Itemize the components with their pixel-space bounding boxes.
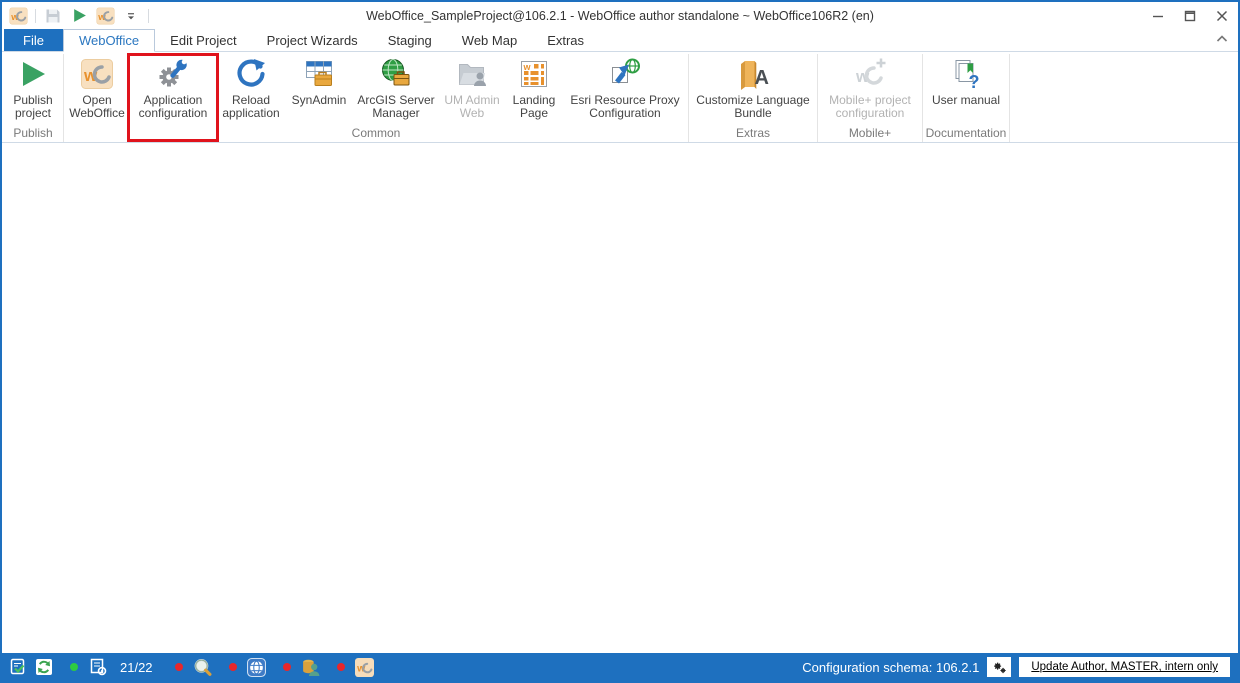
title-bar: w w WebOffice_SampleProject@106.2.1 - We…: [2, 2, 1238, 29]
quick-access-toolbar: w w: [2, 6, 151, 26]
book-letter-icon: A: [737, 58, 769, 90]
button-label: Open WebOffice: [66, 94, 128, 120]
button-label: Publish project: [5, 94, 61, 120]
validate-form-icon[interactable]: [8, 657, 28, 677]
sync-icon[interactable]: [34, 657, 54, 677]
weboffice-plus-icon: w: [854, 58, 886, 90]
maximize-icon[interactable]: [1174, 2, 1206, 29]
gear-wrench-icon: [157, 58, 189, 90]
synadmin-button[interactable]: SynAdmin: [286, 54, 352, 126]
database-user-icon[interactable]: [301, 657, 321, 677]
button-label: UM Admin Web: [440, 94, 504, 120]
status-dot-green: [70, 663, 78, 671]
esri-resource-proxy-configuration-button[interactable]: Esri Resource Proxy Configuration: [564, 54, 686, 126]
close-icon[interactable]: [1206, 2, 1238, 29]
button-label: SynAdmin: [292, 94, 347, 107]
group-label-extras: Extras: [690, 126, 816, 142]
status-dot-red: [229, 663, 237, 671]
svg-text:A: A: [755, 67, 769, 89]
group-label-common: Common: [65, 126, 687, 142]
customize-language-bundle-button[interactable]: A Customize Language Bundle: [691, 54, 815, 126]
group-label-documentation: Documentation: [924, 126, 1008, 142]
project-gear-icon[interactable]: [88, 657, 108, 677]
button-label: Reload application: [218, 94, 284, 120]
weboffice-logo-icon[interactable]: w: [355, 657, 375, 677]
qat-customize-dropdown-icon[interactable]: [120, 6, 142, 26]
ribbon-group-documentation: ? User manual Documentation: [923, 54, 1010, 142]
search-icon[interactable]: [193, 657, 213, 677]
weboffice-logo-icon[interactable]: w: [7, 6, 29, 26]
weboffice-logo-icon: w: [81, 58, 113, 90]
publish-project-button[interactable]: Publish project: [5, 54, 61, 126]
tab-web-map[interactable]: Web Map: [447, 29, 532, 51]
document-area: [2, 143, 1238, 653]
table-toolbox-icon: [303, 58, 335, 90]
button-label: Application configuration: [130, 94, 216, 120]
ribbon: Publish project Publish w Open WebOffice: [2, 52, 1238, 143]
configuration-schema-label: Configuration schema: 106.2.1: [802, 660, 979, 675]
button-label: Customize Language Bundle: [691, 94, 815, 120]
reload-icon: [235, 58, 267, 90]
status-dot-red: [175, 663, 183, 671]
project-counter: 21/22: [120, 660, 153, 675]
button-label: ArcGIS Server Manager: [354, 94, 438, 120]
svg-text:?: ?: [969, 72, 980, 90]
chevron-up-icon[interactable]: [1216, 30, 1228, 48]
ribbon-tab-bar: File WebOffice Edit Project Project Wiza…: [2, 29, 1238, 52]
tab-staging[interactable]: Staging: [373, 29, 447, 51]
group-label-publish: Publish: [4, 126, 62, 142]
tab-project-wizards[interactable]: Project Wizards: [252, 29, 373, 51]
ribbon-group-publish: Publish project Publish: [3, 54, 64, 142]
manual-question-icon: ?: [950, 58, 982, 90]
run-icon: [17, 58, 49, 90]
tab-weboffice[interactable]: WebOffice: [63, 29, 155, 52]
group-label-mobile-plus: Mobile+: [819, 126, 921, 142]
landing-page-button[interactable]: w Landing Page: [506, 54, 562, 126]
minimize-icon[interactable]: [1142, 2, 1174, 29]
app-window: w w WebOffice_SampleProject@106.2.1 - We…: [0, 0, 1240, 683]
open-weboffice-button[interactable]: w Open WebOffice: [66, 54, 128, 126]
run-icon[interactable]: [68, 6, 90, 26]
save-icon[interactable]: [42, 6, 64, 26]
browser-globe-icon[interactable]: [247, 657, 267, 677]
button-label: Esri Resource Proxy Configuration: [564, 94, 686, 120]
separator: [148, 9, 149, 23]
application-configuration-button[interactable]: Application configuration: [130, 54, 216, 126]
tab-edit-project[interactable]: Edit Project: [155, 29, 251, 51]
button-label: Mobile+ project configuration: [820, 94, 920, 120]
separator: [35, 9, 36, 23]
weboffice-logo-icon[interactable]: w: [94, 6, 116, 26]
folder-user-icon: [456, 58, 488, 90]
update-author-button[interactable]: Update Author, MASTER, intern only: [1019, 657, 1230, 677]
window-title: WebOffice_SampleProject@106.2.1 - WebOff…: [2, 9, 1238, 23]
window-controls: [1142, 2, 1238, 29]
arrow-globe-icon: [609, 58, 641, 90]
button-label: Landing Page: [506, 94, 562, 120]
mobile-plus-project-configuration-button: w Mobile+ project configuration: [820, 54, 920, 126]
um-admin-web-button: UM Admin Web: [440, 54, 504, 126]
button-label: User manual: [932, 94, 1000, 107]
status-bar: 21/22 w Configuration schema: 106.2.1 Up…: [2, 653, 1238, 681]
arcgis-server-manager-button[interactable]: ArcGIS Server Manager: [354, 54, 438, 126]
status-bar-right: Configuration schema: 106.2.1 Update Aut…: [802, 657, 1230, 677]
status-dot-red: [283, 663, 291, 671]
user-manual-button[interactable]: ? User manual: [925, 54, 1007, 126]
status-dot-red: [337, 663, 345, 671]
reload-application-button[interactable]: Reload application: [218, 54, 284, 126]
ribbon-group-extras: A Customize Language Bundle Extras: [689, 54, 818, 142]
ribbon-group-common: w Open WebOffice: [64, 54, 689, 142]
tab-extras[interactable]: Extras: [532, 29, 599, 51]
svg-text:w: w: [523, 62, 532, 72]
tab-file[interactable]: File: [4, 29, 63, 51]
landing-grid-icon: w: [518, 58, 550, 90]
globe-toolbox-icon: [380, 58, 412, 90]
settings-gears-icon[interactable]: [987, 657, 1011, 677]
ribbon-group-mobile-plus: w Mobile+ project configuration Mobile+: [818, 54, 923, 142]
